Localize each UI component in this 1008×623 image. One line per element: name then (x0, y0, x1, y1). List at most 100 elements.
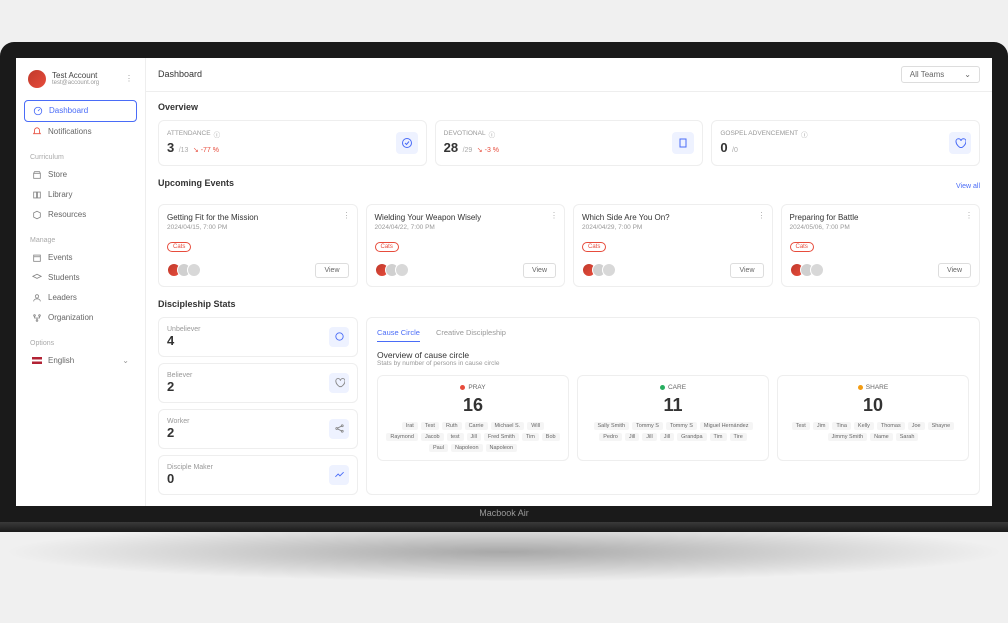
cc-count: 10 (786, 395, 960, 416)
event-card: ⋮ Preparing for Battle 2024/05/06, 7:00 … (781, 204, 981, 287)
view-all-link[interactable]: View all (956, 183, 980, 190)
user-profile[interactable]: Test Account test@account.org ⋮ (24, 66, 137, 92)
person-chip: Jacob (421, 433, 444, 441)
card-menu-dots[interactable]: ⋮ (550, 211, 558, 220)
person-chip: Irat (402, 422, 418, 430)
person-chip: Jill (467, 433, 481, 441)
user-name: Test Account (52, 71, 119, 80)
disc-stat-card: Worker 2 (158, 409, 358, 449)
view-button[interactable]: View (730, 263, 763, 278)
org-icon (32, 313, 42, 323)
person-chip: Jimmy Smith (828, 433, 867, 441)
person-chip: Sally Smith (594, 422, 630, 430)
view-button[interactable]: View (938, 263, 971, 278)
event-tag: Cats (375, 242, 399, 252)
info-icon[interactable]: ⓘ (489, 129, 496, 139)
disc-stat-card: Believer 2 (158, 363, 358, 403)
discipleship-title: Discipleship Stats (158, 299, 980, 309)
disc-stat-label: Disciple Maker (167, 464, 349, 471)
person-chip: Thomas (877, 422, 905, 430)
person-chip: Shayne (928, 422, 955, 430)
person-chip: Jill (625, 433, 639, 441)
cc-count: 16 (386, 395, 560, 416)
sidebar-item-store[interactable]: Store (24, 165, 137, 185)
attendee-avatars (167, 263, 201, 277)
laptop-label: Macbook Air (479, 508, 529, 518)
card-menu-dots[interactable]: ⋮ (343, 211, 351, 220)
disc-stat-label: Worker (167, 418, 349, 425)
attendee-avatars (582, 263, 616, 277)
sidebar-item-students[interactable]: Students (24, 268, 137, 288)
language-select[interactable]: English ⌄ (24, 351, 137, 370)
person-chip: Fred Smith (484, 433, 519, 441)
trend-down-icon: ↘ (477, 147, 483, 154)
person-chip: Tina (832, 422, 851, 430)
cause-circle-card: CARE 11 Sally SmithTommy STommy SMiguel … (577, 375, 769, 461)
event-title: Which Side Are You On? (582, 213, 764, 222)
box-icon (32, 210, 42, 220)
user-email: test@account.org (52, 80, 119, 86)
tab-creative[interactable]: Creative Discipleship (436, 328, 506, 342)
cause-circle-card: SHARE 10 TestJimTinaKellyThomasJoeShayne… (777, 375, 969, 461)
person-chip: Carrie (465, 422, 488, 430)
card-menu-dots[interactable]: ⋮ (758, 211, 766, 220)
disc-stat-icon (329, 327, 349, 347)
sidebar-item-leaders[interactable]: Leaders (24, 288, 137, 308)
person-chip: Will (527, 422, 544, 430)
disc-stat-icon (329, 419, 349, 439)
info-icon[interactable]: ⓘ (214, 129, 221, 139)
sidebar-item-resources[interactable]: Resources (24, 205, 137, 225)
view-button[interactable]: View (315, 263, 348, 278)
cc-label: CARE (668, 384, 686, 391)
person-chip: Pedro (599, 433, 622, 441)
sidebar: Test Account test@account.org ⋮ Dashboar… (16, 58, 146, 506)
event-date: 2024/04/22, 7:00 PM (375, 224, 557, 231)
sidebar-item-events[interactable]: Events (24, 248, 137, 268)
card-menu-dots[interactable]: ⋮ (965, 211, 973, 220)
person-chip: Jim (813, 422, 830, 430)
person-chip: Tire (730, 433, 747, 441)
chevron-down-icon: ⌄ (122, 356, 129, 365)
person-chip: Jill (660, 433, 674, 441)
person-chip: Name (870, 433, 893, 441)
person-chip: Jill (642, 433, 656, 441)
view-button[interactable]: View (523, 263, 556, 278)
color-dot-icon (858, 385, 863, 390)
event-title: Wielding Your Weapon Wisely (375, 213, 557, 222)
book-icon (32, 190, 42, 200)
cc-label: SHARE (866, 384, 888, 391)
avatar (28, 70, 46, 88)
person-chip: Tommy S (632, 422, 663, 430)
sidebar-item-library[interactable]: Library (24, 185, 137, 205)
event-tag: Cats (167, 242, 191, 252)
person-chip: Sarah (896, 433, 919, 441)
event-title: Preparing for Battle (790, 213, 972, 222)
event-tag: Cats (790, 242, 814, 252)
person-chip: Napoleon (486, 444, 518, 452)
nav-label-manage: Manage (24, 233, 137, 248)
person-chip: Michael S. (491, 422, 525, 430)
sidebar-item-notifications[interactable]: Notifications (24, 122, 137, 142)
store-icon (32, 170, 42, 180)
cc-count: 11 (586, 395, 760, 416)
bell-icon (32, 127, 42, 137)
color-dot-icon (660, 385, 665, 390)
info-icon[interactable]: ⓘ (801, 129, 808, 139)
person-chip: Bob (542, 433, 560, 441)
team-select[interactable]: All Teams ⌄ (901, 66, 980, 83)
user-menu-dots[interactable]: ⋮ (125, 74, 133, 83)
person-chip: Ruth (442, 422, 462, 430)
cc-label: PRAY (468, 384, 485, 391)
person-chip: Tim (522, 433, 539, 441)
sidebar-item-dashboard[interactable]: Dashboard (24, 100, 137, 122)
cc-subtitle: Stats by number of persons in cause circ… (377, 360, 969, 367)
disc-stat-value: 2 (167, 379, 349, 394)
person-chip: Napoleon (451, 444, 483, 452)
person-chip: Test (421, 422, 439, 430)
attendee-avatars (790, 263, 824, 277)
nav-label-options: Options (24, 336, 137, 351)
tab-cause-circle[interactable]: Cause Circle (377, 328, 420, 342)
event-date: 2024/04/29, 7:00 PM (582, 224, 764, 231)
stat-gospel: GOSPEL ADVENCEMENT ⓘ 0 /0 (711, 120, 980, 166)
sidebar-item-organization[interactable]: Organization (24, 308, 137, 328)
